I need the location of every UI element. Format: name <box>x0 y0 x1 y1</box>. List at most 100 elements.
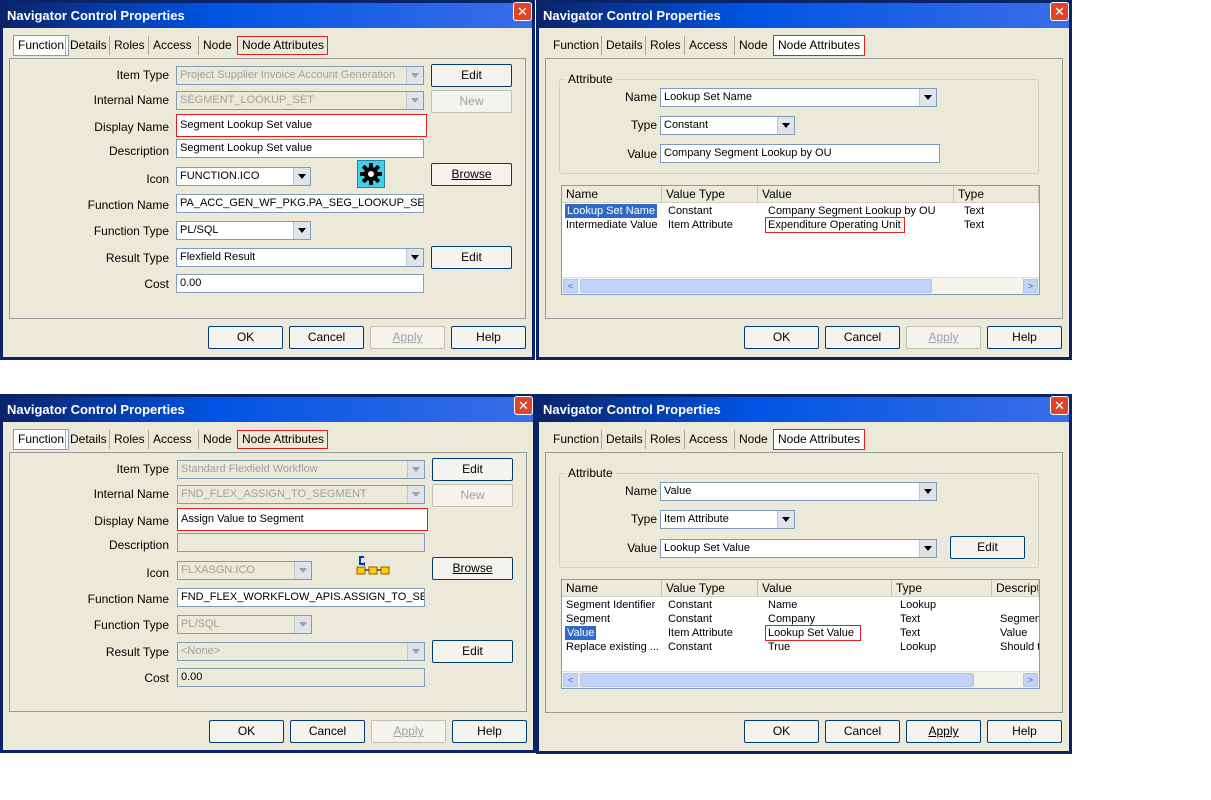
result-type-select[interactable]: <None> <box>177 642 425 661</box>
tab-node[interactable]: Node <box>734 36 772 55</box>
close-button[interactable]: ✕ <box>513 2 532 21</box>
attribute-type-select[interactable]: Item Attribute <box>660 510 795 529</box>
tab-details[interactable]: Details <box>601 430 647 449</box>
attributes-list[interactable]: Name Value Type Value Type Lookup Set Na… <box>561 185 1040 295</box>
internal-name-select[interactable]: FND_FLEX_ASSIGN_TO_SEGMENT <box>177 485 425 504</box>
horizontal-scrollbar[interactable]: < > <box>562 277 1039 294</box>
tab-access[interactable]: Access <box>684 36 732 55</box>
help-button[interactable]: Help <box>452 720 527 743</box>
cancel-button[interactable]: Cancel <box>289 326 364 349</box>
ok-button[interactable]: OK <box>744 326 819 349</box>
tab-access[interactable]: Access <box>148 36 196 55</box>
close-button[interactable]: ✕ <box>514 396 533 415</box>
description-field[interactable]: Segment Lookup Set value <box>176 139 424 158</box>
tab-node[interactable]: Node <box>734 430 772 449</box>
scroll-thumb[interactable] <box>580 279 932 293</box>
column-header-type[interactable]: Type <box>954 186 1039 202</box>
scroll-left-icon[interactable]: < <box>563 279 578 293</box>
help-button[interactable]: Help <box>451 326 526 349</box>
result-type-edit-button[interactable]: Edit <box>432 640 513 663</box>
column-header-name[interactable]: Name <box>562 186 662 202</box>
apply-button[interactable]: Apply <box>371 720 446 743</box>
scroll-thumb[interactable] <box>580 673 974 687</box>
scroll-right-icon[interactable]: > <box>1023 279 1038 293</box>
tab-function[interactable]: Function <box>549 36 603 55</box>
horizontal-scrollbar[interactable]: < > <box>562 671 1039 688</box>
description-field[interactable] <box>177 533 425 552</box>
display-name-field[interactable]: Assign Value to Segment <box>177 508 428 531</box>
new-button[interactable]: New <box>431 90 512 113</box>
cancel-button[interactable]: Cancel <box>825 326 900 349</box>
row-1-name[interactable]: Segment Identifier <box>566 598 655 612</box>
tab-function[interactable]: Function <box>13 429 70 450</box>
scroll-right-icon[interactable]: > <box>1023 673 1038 687</box>
tab-details[interactable]: Details <box>65 430 111 449</box>
tab-roles[interactable]: Roles <box>109 430 149 449</box>
tab-access[interactable]: Access <box>684 430 732 449</box>
display-name-field[interactable]: Segment Lookup Set value <box>176 114 427 137</box>
column-header-value[interactable]: Value <box>758 186 954 202</box>
help-button[interactable]: Help <box>987 326 1062 349</box>
tab-function[interactable]: Function <box>13 35 70 56</box>
tab-node[interactable]: Node <box>198 430 236 449</box>
item-type-edit-button[interactable]: Edit <box>431 64 512 87</box>
item-type-select[interactable]: Standard Flexfield Workflow <box>177 460 425 479</box>
cancel-button[interactable]: Cancel <box>825 720 900 743</box>
tab-function[interactable]: Function <box>549 430 603 449</box>
tab-access[interactable]: Access <box>148 430 196 449</box>
scroll-left-icon[interactable]: < <box>563 673 578 687</box>
column-header-name[interactable]: Name <box>562 580 662 596</box>
close-button[interactable]: ✕ <box>1050 2 1069 21</box>
help-button[interactable]: Help <box>987 720 1062 743</box>
column-header-description[interactable]: Descript <box>992 580 1039 596</box>
tab-node-attributes[interactable]: Node Attributes <box>237 430 329 449</box>
item-type-edit-button[interactable]: Edit <box>432 458 513 481</box>
item-type-select[interactable]: Project Supplier Invoice Account Generat… <box>176 66 424 85</box>
cancel-button[interactable]: Cancel <box>290 720 365 743</box>
tab-node-attributes[interactable]: Node Attributes <box>773 35 866 56</box>
apply-button[interactable]: Apply <box>906 720 981 743</box>
browse-button[interactable]: Browse <box>432 557 513 580</box>
ok-button[interactable]: OK <box>744 720 819 743</box>
icon-select[interactable]: FUNCTION.ICO <box>176 167 311 186</box>
icon-select[interactable]: FLXASGN.ICO <box>177 561 312 580</box>
attribute-value-select[interactable]: Lookup Set Value <box>660 539 937 558</box>
attributes-list[interactable]: Name Value Type Value Type Descript Segm… <box>561 579 1040 689</box>
apply-button[interactable]: Apply <box>906 326 981 349</box>
new-button[interactable]: New <box>432 484 513 507</box>
tab-roles[interactable]: Roles <box>645 430 685 449</box>
attribute-name-select[interactable]: Lookup Set Name <box>660 88 937 107</box>
tab-roles[interactable]: Roles <box>109 36 149 55</box>
tab-node-attributes[interactable]: Node Attributes <box>773 429 866 450</box>
attribute-type-select[interactable]: Constant <box>660 116 795 135</box>
result-type-edit-button[interactable]: Edit <box>431 246 512 269</box>
column-header-value-type[interactable]: Value Type <box>662 580 758 596</box>
function-name-field[interactable]: PA_ACC_GEN_WF_PKG.PA_SEG_LOOKUP_SET <box>176 194 424 213</box>
close-button[interactable]: ✕ <box>1050 396 1069 415</box>
ok-button[interactable]: OK <box>208 326 283 349</box>
row-4-name[interactable]: Replace existing ... <box>566 640 662 654</box>
row-3-name[interactable]: Value <box>565 626 597 640</box>
result-type-select[interactable]: Flexfield Result <box>176 248 424 267</box>
column-header-value[interactable]: Value <box>758 580 892 596</box>
tab-roles[interactable]: Roles <box>645 36 685 55</box>
cost-field[interactable]: 0.00 <box>177 668 425 687</box>
tab-details[interactable]: Details <box>65 36 111 55</box>
column-header-type[interactable]: Type <box>892 580 992 596</box>
internal-name-select[interactable]: SEGMENT_LOOKUP_SET <box>176 91 424 110</box>
tab-details[interactable]: Details <box>601 36 647 55</box>
cost-field[interactable]: 0.00 <box>176 274 424 293</box>
function-name-field[interactable]: FND_FLEX_WORKFLOW_APIS.ASSIGN_TO_SE <box>177 588 425 607</box>
browse-button[interactable]: Browse <box>431 163 512 186</box>
function-type-select[interactable]: PL/SQL <box>177 615 312 634</box>
row-1-name[interactable]: Lookup Set Name <box>565 204 658 218</box>
value-edit-button[interactable]: Edit <box>950 536 1025 559</box>
function-type-select[interactable]: PL/SQL <box>176 221 311 240</box>
tab-node-attributes[interactable]: Node Attributes <box>237 36 329 55</box>
apply-button[interactable]: Apply <box>370 326 445 349</box>
ok-button[interactable]: OK <box>209 720 284 743</box>
attribute-value-field[interactable]: Company Segment Lookup by OU <box>660 144 940 163</box>
attribute-name-select[interactable]: Value <box>660 482 937 501</box>
tab-node[interactable]: Node <box>198 36 236 55</box>
row-2-name[interactable]: Intermediate Value <box>566 218 658 232</box>
